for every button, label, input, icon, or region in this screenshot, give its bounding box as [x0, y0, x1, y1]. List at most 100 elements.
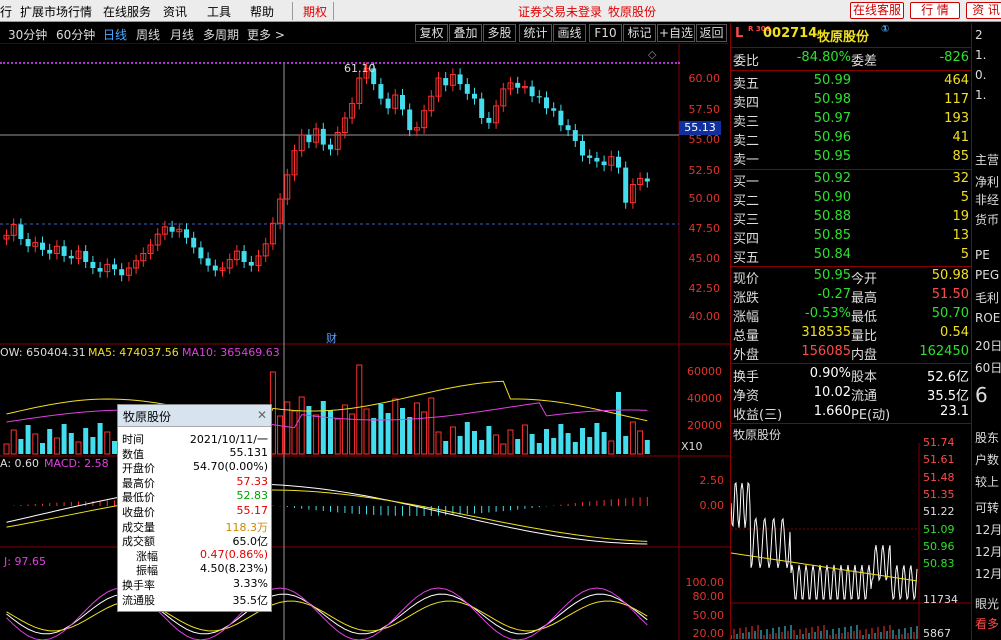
- stats-button[interactable]: 统计: [519, 24, 552, 42]
- side-info-item[interactable]: 看多: [975, 615, 999, 632]
- news-button[interactable]: 资 讯: [966, 2, 1001, 19]
- sell-level-row[interactable]: 卖一 50.95 85: [731, 149, 971, 168]
- menu-item-news[interactable]: 资讯: [163, 3, 187, 20]
- volume-bar: [320, 401, 326, 454]
- side-info-item[interactable]: ROE: [975, 311, 1000, 325]
- mark-button[interactable]: 标记: [623, 24, 656, 42]
- bar-info-tooltip[interactable]: 牧原股份 ✕ 时间 2021/10/11/一 数值 55.131 开盘价 54.70(0.…: [117, 404, 272, 612]
- side-info-item[interactable]: 净利: [975, 173, 999, 190]
- side-info-item[interactable]: 毛利: [975, 289, 999, 306]
- candle-body: [400, 94, 405, 110]
- side-info-item[interactable]: PEG: [975, 268, 999, 282]
- sell-level-row[interactable]: 卖二 50.96 41: [731, 130, 971, 149]
- side-info-item[interactable]: 眼光: [975, 595, 999, 612]
- adjust-button[interactable]: 复权: [415, 24, 448, 42]
- volume-bar: [385, 413, 391, 454]
- finance-marker[interactable]: 财: [326, 330, 337, 346]
- candle-body: [97, 268, 103, 272]
- back-button[interactable]: 返回: [696, 24, 727, 42]
- side-info-item[interactable]: 主营: [975, 151, 999, 168]
- volume-bar: [521, 424, 528, 455]
- menu-item-extended-market[interactable]: 扩展市场行情: [20, 3, 92, 20]
- close-icon[interactable]: ✕: [257, 408, 267, 422]
- side-info-item[interactable]: 12月: [975, 521, 1001, 538]
- side-info-item[interactable]: 货币: [975, 211, 999, 228]
- sell-level-row[interactable]: 卖四 50.98 117: [731, 92, 971, 111]
- volume-bar: [413, 402, 420, 455]
- buy-level-label: 买三: [733, 213, 760, 228]
- side-info-item[interactable]: 6: [975, 383, 988, 407]
- period-30min[interactable]: 30分钟: [8, 26, 47, 43]
- draw-line-button[interactable]: 画线: [553, 24, 586, 42]
- stat-label: 外盘: [733, 348, 760, 363]
- volume-bar: [551, 438, 557, 454]
- add-watchlist-button[interactable]: +自选: [657, 24, 695, 42]
- tooltip-row-label: 涨幅: [136, 549, 158, 563]
- chart-area[interactable]: ◇ 60.00 57.50 55.00 52.50 50.00 47.50 45…: [0, 44, 730, 640]
- menu-item-options[interactable]: 期权: [303, 3, 327, 20]
- period-multi[interactable]: 多周期: [203, 26, 239, 43]
- market-prefix: L: [735, 26, 744, 41]
- side-info-item[interactable]: 1.: [975, 48, 986, 62]
- period-daily[interactable]: 日线: [103, 26, 127, 43]
- menu-item-tools[interactable]: 工具: [207, 3, 231, 20]
- y-label: 47.50: [688, 222, 721, 235]
- overlay-button[interactable]: 叠加: [449, 24, 482, 42]
- tooltip-row: 振幅 4.50(8.23%): [122, 562, 268, 577]
- tooltip-row: 时间 2021/10/11/一: [122, 431, 268, 446]
- side-info-item[interactable]: 20日: [975, 337, 1001, 354]
- info-icon[interactable]: ①: [881, 24, 889, 35]
- sell-level-row[interactable]: 卖五 50.99 464: [731, 73, 971, 92]
- stat-value: -0.53%: [805, 306, 851, 321]
- f10-button[interactable]: F10: [589, 24, 622, 42]
- candle-body: [407, 109, 413, 131]
- stock-code: 002714: [763, 26, 818, 41]
- side-info-item[interactable]: 非经: [975, 191, 999, 208]
- tooltip-row-label: 时间: [122, 433, 144, 446]
- period-monthly[interactable]: 月线: [170, 26, 194, 43]
- volume-bar: [313, 414, 320, 455]
- side-info-item[interactable]: PE: [975, 248, 990, 262]
- menu-item-online-service[interactable]: 在线服务: [103, 3, 151, 20]
- tooltip-row-value: 4.50(8.23%): [199, 562, 268, 576]
- macd-y-label: 2.50: [699, 474, 725, 487]
- stat-value: 51.50: [931, 287, 969, 302]
- side-info-item[interactable]: 1.: [975, 88, 986, 102]
- online-support-button[interactable]: 在线客服: [850, 2, 904, 19]
- period-more[interactable]: 更多 >: [247, 26, 285, 43]
- fundamental-value: 0.90%: [809, 366, 851, 381]
- side-info-item[interactable]: 股东: [975, 429, 999, 446]
- side-info-item[interactable]: 60日: [975, 359, 1001, 376]
- side-info-item[interactable]: 较上: [975, 473, 999, 490]
- volume-bar: [608, 440, 615, 455]
- side-info-item[interactable]: 2: [975, 28, 983, 42]
- period-60min[interactable]: 60分钟: [56, 26, 95, 43]
- sell-level-row[interactable]: 卖三 50.97 193: [731, 111, 971, 130]
- side-info-item[interactable]: 可转: [975, 499, 999, 516]
- side-info-item[interactable]: 12月: [975, 543, 1001, 560]
- candle-body: [551, 108, 557, 111]
- candle-body: [544, 97, 549, 109]
- multi-stock-button[interactable]: 多股: [483, 24, 516, 42]
- quotes-button[interactable]: 行 情: [910, 2, 960, 19]
- buy-level-row[interactable]: 买三 50.88 19: [731, 209, 971, 228]
- buy-level-row[interactable]: 买四 50.85 13: [731, 228, 971, 247]
- diamond-icon[interactable]: ◇: [648, 48, 656, 61]
- menu-item-partial[interactable]: 行: [0, 3, 12, 20]
- buy-level-price: 50.90: [813, 190, 851, 205]
- buy-level-volume: 19: [952, 209, 969, 224]
- sell-level-volume: 464: [944, 73, 969, 88]
- buy-level-row[interactable]: 买一 50.92 32: [731, 171, 971, 190]
- menu-separator: [333, 2, 334, 20]
- candle-body: [472, 93, 477, 99]
- kdj-d-line: [6, 600, 648, 632]
- period-weekly[interactable]: 周线: [136, 26, 160, 43]
- side-info-item[interactable]: 0.: [975, 68, 986, 82]
- buy-level-row[interactable]: 买二 50.90 5: [731, 190, 971, 209]
- candle-body: [248, 261, 254, 266]
- menu-item-help[interactable]: 帮助: [250, 3, 274, 20]
- buy-level-row[interactable]: 买五 50.84 5: [731, 247, 971, 266]
- side-info-item[interactable]: 12月: [975, 565, 1001, 582]
- kline-chart-svg[interactable]: [0, 44, 730, 640]
- side-info-item[interactable]: 户数: [975, 451, 999, 468]
